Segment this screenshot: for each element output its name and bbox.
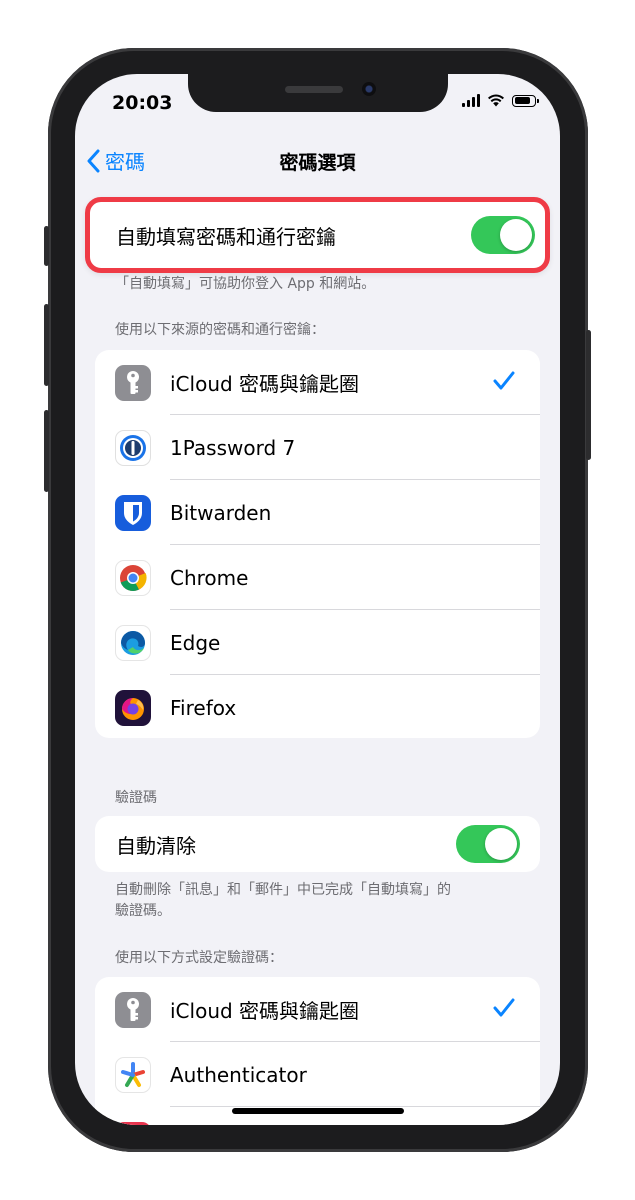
sources-list: iCloud 密碼與鑰匙圈 1Password 7 Bitwarden Chro… <box>95 350 540 738</box>
silent-switch <box>44 226 49 266</box>
keychain-icon <box>115 992 151 1028</box>
nav-bar: 密碼 密碼選項 <box>75 146 560 176</box>
autofill-row: 自動填寫密碼和通行密鑰 <box>85 197 550 273</box>
chrome-icon <box>115 560 151 596</box>
volume-down-button <box>44 410 49 492</box>
source-row-icloud[interactable]: iCloud 密碼與鑰匙圈 <box>95 350 540 415</box>
home-indicator <box>232 1108 404 1114</box>
source-row-bitwarden[interactable]: Bitwarden <box>95 480 540 545</box>
autofill-toggle[interactable] <box>471 216 535 254</box>
camera <box>362 82 376 96</box>
1password-icon <box>115 430 151 466</box>
source-row-1password[interactable]: 1Password 7 <box>95 415 540 480</box>
method-row-icloud[interactable]: iCloud 密碼與鑰匙圈 <box>95 977 540 1042</box>
checkmark-icon <box>493 998 515 1017</box>
edge-icon <box>115 625 151 661</box>
notch <box>188 74 448 112</box>
source-label: Chrome <box>170 565 249 590</box>
status-time: 20:03 <box>112 92 173 114</box>
status-icons <box>462 94 539 107</box>
signal-icon <box>462 94 480 107</box>
methods-list: iCloud 密碼與鑰匙圈 Authenticator <box>95 977 540 1125</box>
checkmark-icon <box>493 371 515 390</box>
source-label: Bitwarden <box>170 500 272 525</box>
method-label: iCloud 密碼與鑰匙圈 <box>170 999 360 1023</box>
wifi-icon <box>488 94 504 107</box>
sources-header: 使用以下來源的密碼和通行密鑰： <box>115 322 325 338</box>
auto-clear-row: 自動清除 <box>95 816 540 872</box>
autofill-label: 自動填寫密碼和通行密鑰 <box>116 224 336 249</box>
method-row-authenticator[interactable]: Authenticator <box>95 1042 540 1107</box>
firefox-icon <box>115 690 151 726</box>
auto-clear-label: 自動清除 <box>116 833 196 858</box>
speaker <box>285 86 343 93</box>
auto-clear-toggle[interactable] <box>456 825 520 863</box>
bitwarden-icon <box>115 495 151 531</box>
source-label: Edge <box>170 630 221 655</box>
method-label: Authenticator <box>170 1062 307 1087</box>
source-row-firefox[interactable]: Firefox <box>95 675 540 738</box>
source-label: iCloud 密碼與鑰匙圈 <box>170 372 360 396</box>
page-title: 密碼選項 <box>279 152 356 174</box>
screen: 20:03 密碼 密碼選項 自動填寫密碼和通行密鑰 「自動填寫」可協助你登入 A <box>75 74 560 1125</box>
auto-clear-card: 自動清除 <box>95 816 540 872</box>
battery-icon <box>512 94 539 107</box>
source-row-chrome[interactable]: Chrome <box>95 545 540 610</box>
source-label: Firefox <box>170 695 237 720</box>
autofill-caption: 「自動填寫」可協助你登入 App 和網站。 <box>115 276 376 292</box>
methods-header: 使用以下方式設定驗證碼： <box>115 950 283 966</box>
keychain-icon <box>115 365 151 401</box>
caption-line: 自動刪除「訊息」和「郵件」中已完成「自動填寫」的 <box>115 882 451 898</box>
power-button <box>586 330 591 460</box>
caption-line: 驗證碼。 <box>115 903 171 919</box>
source-label: 1Password 7 <box>170 435 296 460</box>
verification-header: 驗證碼 <box>115 790 157 806</box>
source-row-edge[interactable]: Edge <box>95 610 540 675</box>
authenticator-icon <box>115 1057 151 1093</box>
app-icon <box>115 1122 151 1125</box>
auto-clear-caption: 自動刪除「訊息」和「郵件」中已完成「自動填寫」的 驗證碼。 <box>115 880 451 922</box>
volume-up-button <box>44 304 49 386</box>
